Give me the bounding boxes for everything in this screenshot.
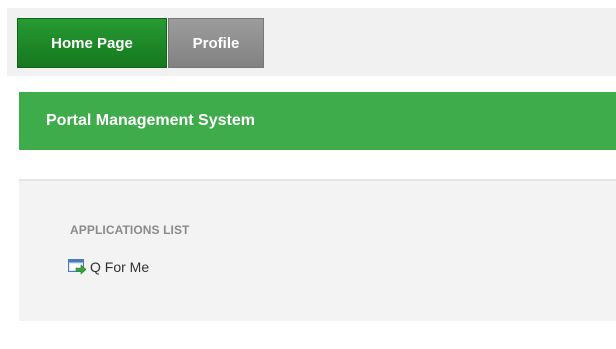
list-item-q-for-me[interactable]: Q For Me: [68, 259, 149, 275]
applications-panel: APPLICATIONS LIST Q For Me: [19, 179, 616, 321]
top-nav: Home Page Profile: [7, 8, 616, 76]
tab-profile[interactable]: Profile: [168, 18, 264, 68]
page: Home Page Profile Portal Management Syst…: [0, 0, 616, 349]
list-item-label: Q For Me: [90, 259, 150, 275]
tab-home-page[interactable]: Home Page: [17, 18, 167, 68]
tab-home-page-label: Home Page: [51, 34, 133, 52]
tab-profile-label: Profile: [192, 34, 240, 52]
window-arrow-icon: [68, 259, 87, 275]
page-title-banner: Portal Management System: [19, 92, 616, 150]
applications-list-heading: APPLICATIONS LIST: [70, 223, 190, 237]
page-title: Portal Management System: [46, 112, 255, 129]
